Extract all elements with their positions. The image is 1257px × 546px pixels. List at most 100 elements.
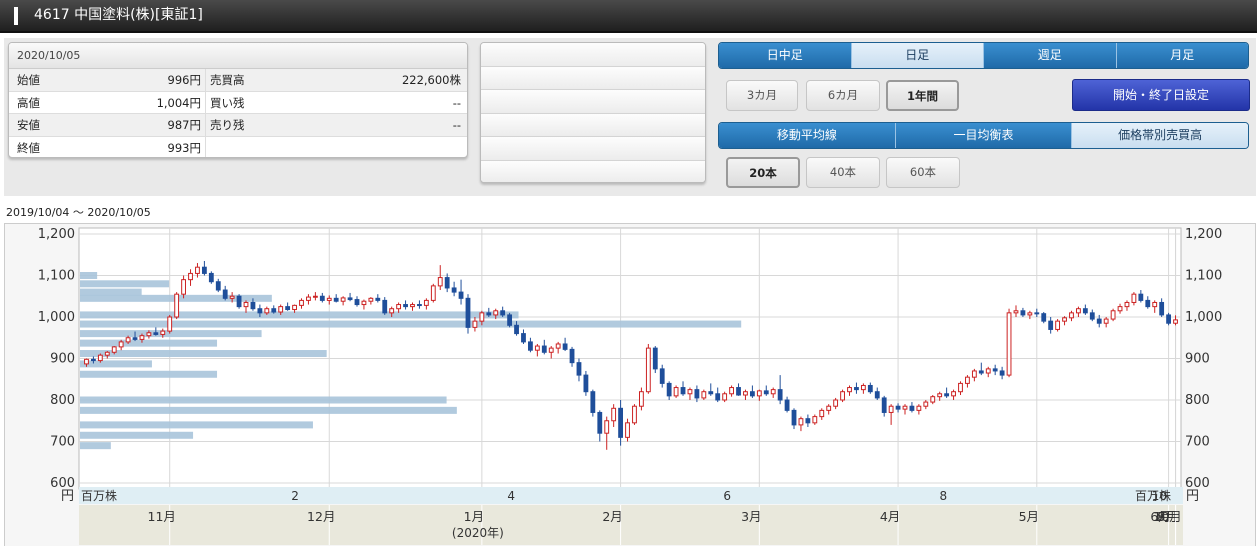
candle-body — [819, 409, 825, 418]
candle-body — [1152, 301, 1158, 308]
candle-body — [1034, 312, 1040, 315]
candle-body — [645, 347, 651, 393]
candle-body — [437, 277, 443, 287]
price-chart: 600 600700 700800 800900 9001,000 1,0001,100 1… — [38, 227, 1222, 545]
candle-body — [736, 387, 741, 396]
candle-body — [971, 370, 977, 378]
candle-body — [195, 266, 200, 274]
candle-body — [410, 304, 415, 308]
candle-body — [500, 310, 506, 316]
candle-body — [1131, 293, 1137, 303]
candle-body — [1048, 320, 1054, 330]
ma-60-button[interactable]: 60本 — [886, 157, 960, 188]
candle-body — [833, 399, 839, 407]
volume-tick-label: 10 — [1152, 489, 1167, 503]
range-3m-button[interactable]: 3カ月 — [726, 80, 798, 111]
y-tick-label-right: 1,100 — [1185, 269, 1222, 284]
volume-profile-bar — [80, 280, 170, 288]
range-6m-button[interactable]: 6カ月 — [806, 80, 880, 111]
candle-body — [264, 308, 270, 314]
candle-body — [826, 405, 832, 411]
candle-body — [680, 387, 686, 395]
candle-body — [1117, 306, 1123, 312]
candle-body — [999, 370, 1005, 376]
tab-daily[interactable]: 日足 — [851, 43, 984, 68]
candle-body — [188, 272, 193, 281]
quote-value: 996円 — [167, 73, 201, 87]
candle-body — [181, 279, 186, 295]
quote-label: 高値 — [17, 95, 40, 110]
candle-body — [860, 384, 866, 391]
candle-body — [1069, 312, 1074, 319]
volume-profile-bar — [80, 339, 218, 347]
candle-body — [208, 272, 214, 283]
unit-label-left: 円 — [61, 489, 74, 504]
range-1y-button[interactable]: 1年間 — [886, 80, 959, 111]
volume-profile-bar — [80, 442, 111, 450]
y-tick-label-left: 800 — [50, 393, 75, 408]
candle-body — [423, 299, 429, 306]
ma-20-button[interactable]: 20本 — [726, 157, 800, 188]
candle-body — [937, 393, 943, 398]
tab-ichimoku[interactable]: 一目均衡表 — [895, 123, 1073, 148]
candle-body — [909, 405, 915, 411]
title-bar: 4617 中国塗料(株)[東証1] — [0, 0, 1257, 33]
candle-body — [493, 310, 499, 316]
tab-weekly[interactable]: 週足 — [984, 43, 1117, 68]
candle-body — [292, 304, 297, 311]
candle-body — [222, 289, 228, 299]
candle-body — [638, 391, 644, 407]
year-label: (2020年) — [452, 526, 504, 540]
quote-label: 始値 — [17, 73, 40, 87]
month-label: 5月 — [1019, 509, 1039, 524]
candle-body — [944, 393, 950, 397]
candle-body — [590, 391, 596, 413]
quote-row-high: 高値 1,004円 買い残 -- — [9, 91, 467, 114]
candle-body — [555, 343, 561, 349]
ma-40-button[interactable]: 40本 — [806, 157, 880, 188]
tab-moving-average[interactable]: 移動平均線 — [719, 123, 896, 148]
candle-body — [146, 332, 152, 337]
candle-body — [583, 374, 589, 393]
candle-body — [715, 393, 721, 401]
candle-body — [153, 332, 159, 335]
volume-axis-band — [79, 487, 1183, 504]
empty-panel — [480, 42, 706, 183]
candle-body — [902, 405, 908, 410]
candle-body — [326, 297, 332, 301]
candle-body — [361, 300, 367, 306]
candle-body — [229, 295, 235, 299]
volume-profile-bar — [80, 431, 194, 439]
candle-body — [722, 393, 728, 401]
candle-body — [84, 358, 89, 365]
candle-body — [521, 333, 526, 343]
candle-body — [1145, 299, 1151, 308]
date-range: 2019/10/04 〜 2020/10/05 — [6, 206, 151, 219]
y-tick-label-left: 700 — [50, 435, 75, 450]
candle-body — [1082, 308, 1088, 314]
volume-profile-bar — [80, 406, 457, 414]
unit-label-right: 円 — [1186, 489, 1199, 504]
volume-profile-bar — [80, 360, 152, 368]
quote-label: 買い残 — [210, 95, 245, 110]
set-dates-button[interactable]: 開始・終了日設定 — [1072, 79, 1250, 111]
month-label: 12月 — [307, 509, 335, 524]
candle-body — [659, 368, 665, 384]
candle-body — [569, 348, 575, 364]
candle-body — [528, 341, 533, 351]
candle-body — [701, 391, 707, 399]
candle-body — [1027, 312, 1033, 316]
candle-body — [278, 306, 284, 313]
candle-body — [1096, 318, 1102, 324]
candle-body — [749, 391, 755, 397]
chart-area: 600 600 700 700 800 800 900 900 1,000 1,000 1,100 1… — [4, 223, 1256, 546]
tab-volume-by-price[interactable]: 価格帯別売買高 — [1072, 123, 1248, 148]
indicator-tabs: 移動平均線 一目均衡表 価格帯別売買高 — [718, 122, 1249, 149]
candle-body — [534, 345, 540, 351]
tab-intraday[interactable]: 日中足 — [719, 43, 852, 68]
candle-body — [160, 330, 166, 335]
candle-body — [895, 405, 901, 410]
candle-body — [111, 346, 117, 353]
tab-monthly[interactable]: 月足 — [1116, 43, 1248, 68]
candle-body — [965, 376, 970, 384]
